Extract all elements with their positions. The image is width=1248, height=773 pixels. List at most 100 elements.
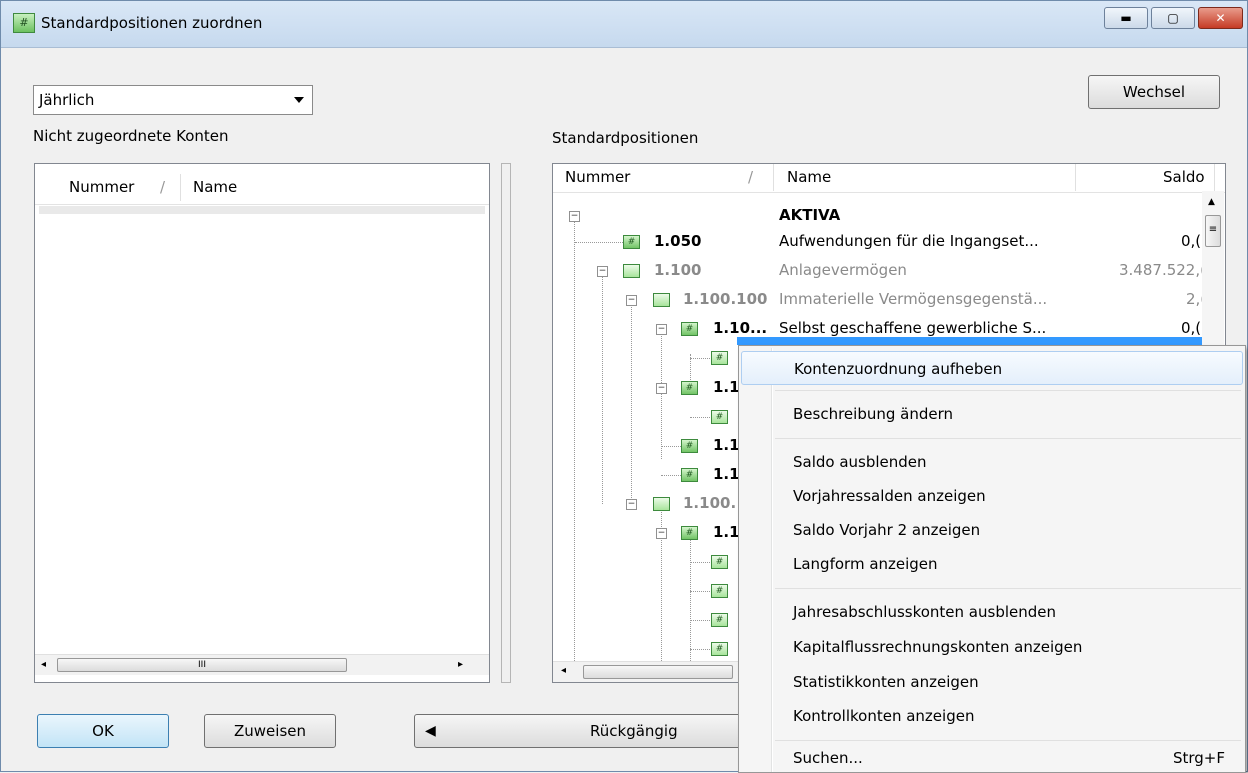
menu-item-langform-anzeigen[interactable]: Langform anzeigen [741,547,1243,581]
position-node-icon: # [681,381,698,395]
column-divider[interactable] [180,174,181,201]
tree-vscroll-thumb[interactable]: ≡ [1205,215,1221,247]
position-node-icon: # [681,526,698,540]
menu-item-label: Beschreibung ändern [793,405,954,423]
scroll-left-icon[interactable]: ◂ [41,659,46,670]
collapse-icon[interactable]: − [569,211,580,222]
rueckgaengig-button[interactable]: ◀ Rückgängig [414,714,748,748]
account-leaf-icon: # [711,613,728,627]
tree-row[interactable]: # 1.050 Aufwendungen für die Ingangset..… [553,228,1213,257]
row-number: 1.100. [683,494,737,512]
col-header-nummer[interactable]: Nummer [565,168,630,186]
tree-header: Nummer / Name Saldo [553,164,1225,193]
menu-item-suchen[interactable]: Suchen... Strg+F [741,744,1243,772]
collapse-icon[interactable]: − [597,266,608,277]
period-select[interactable]: Jährlich [33,85,313,115]
row-name: Anlagevermögen [779,261,907,279]
col-header-nummer[interactable]: Nummer [69,178,134,196]
title-bar: # Standardpositionen zuordnen ▬ ▢ ✕ [1,1,1247,48]
tree-connector [690,417,710,418]
menu-item-label: Langform anzeigen [793,555,938,573]
zuweisen-button[interactable]: Zuweisen [204,714,336,748]
menu-item-label: Jahresabschlusskonten ausblenden [793,603,1057,621]
menu-item-saldo-vorjahr-2-anzeigen[interactable]: Saldo Vorjahr 2 anzeigen [741,513,1243,547]
row-name: Aufwendungen für die Ingangset... [779,232,1039,250]
period-select-value: Jährlich [39,91,95,109]
row-number: 1.100 [654,261,702,279]
right-panel-title: Standardpositionen [552,129,699,147]
menu-item-label: Saldo ausblenden [793,453,927,471]
menu-item-jahresabschlusskonten-ausblenden[interactable]: Jahresabschlusskonten ausblenden [741,595,1243,629]
menu-item-shortcut: Strg+F [1172,749,1225,767]
context-menu: Kontenzuordnung aufheben Beschreibung än… [738,345,1246,773]
col-header-name[interactable]: Name [787,168,831,186]
maximize-button[interactable]: ▢ [1151,7,1195,29]
menu-item-label: Vorjahressalden anzeigen [793,487,986,505]
row-name: AKTIVA [779,206,841,224]
collapse-icon[interactable]: − [626,499,637,510]
position-node-icon: # [681,468,698,482]
menu-item-beschreibung-aendern[interactable]: Beschreibung ändern [741,397,1243,431]
panel-splitter[interactable] [501,163,511,683]
collapse-icon[interactable]: − [656,324,667,335]
left-scroll-thumb[interactable]: III [57,658,347,672]
menu-item-statistikkonten-anzeigen[interactable]: Statistikkonten anzeigen [741,665,1243,699]
menu-separator [775,740,1241,741]
left-horizontal-scrollbar[interactable]: ◂ III ▸ [35,654,489,675]
ok-button[interactable]: OK [37,714,169,748]
tree-connector [690,591,710,592]
menu-separator [775,438,1241,439]
tree-row[interactable]: − 1.100.100 Immaterielle Vermögensgegens… [553,286,1213,315]
row-number: 1.1 [713,378,740,396]
row-number: 1.100.100 [683,290,768,308]
tree-row[interactable]: − AKTIVA [553,202,1213,231]
menu-item-label: Suchen... [793,749,863,767]
minimize-button[interactable]: ▬ [1104,7,1148,29]
menu-item-label: Kontrollkonten anzeigen [793,707,975,725]
scroll-right-icon[interactable]: ▸ [458,659,463,670]
tree-connector [690,620,710,621]
menu-item-kontenzuordnung-aufheben[interactable]: Kontenzuordnung aufheben [741,351,1243,385]
left-list-header: Nummer / Name [35,174,489,205]
menu-separator [775,588,1241,589]
menu-item-saldo-ausblenden[interactable]: Saldo ausblenden [741,445,1243,479]
scroll-left-icon[interactable]: ◂ [561,665,566,676]
close-button[interactable]: ✕ [1198,7,1243,29]
tree-connector [690,649,710,650]
menu-item-kontrollkonten-anzeigen[interactable]: Kontrollkonten anzeigen [741,699,1243,733]
sort-indicator-icon: / [160,178,166,196]
unassigned-accounts-list[interactable]: Nummer / Name ◂ III ▸ [34,163,490,683]
tree-connector [690,358,710,359]
tree-row[interactable]: − 1.100 Anlagevermögen 3.487.522,( [553,257,1213,286]
menu-item-kapitalflussrechnungskonten-anzeigen[interactable]: Kapitalflussrechnungskonten anzeigen [741,630,1243,664]
dialog-window: # Standardpositionen zuordnen ▬ ▢ ✕ Jähr… [0,0,1248,773]
column-divider[interactable] [773,164,774,191]
account-leaf-icon: # [711,351,728,365]
collapse-icon[interactable]: − [656,383,667,394]
row-name: Immaterielle Vermögensgegenstä... [779,290,1048,308]
rueckgaengig-label: Rückgängig [590,722,678,740]
sort-indicator-icon: / [748,168,754,186]
left-panel-title: Nicht zugeordnete Konten [33,127,229,145]
group-node-icon [653,497,670,511]
arrow-left-icon: ◀ [425,723,436,739]
tree-connector [690,562,710,563]
col-header-saldo[interactable]: Saldo [1163,168,1205,186]
row-number: 1.10... [713,319,768,337]
group-node-icon [623,264,640,278]
menu-item-vorjahressalden-anzeigen[interactable]: Vorjahressalden anzeigen [741,479,1243,513]
column-divider[interactable] [1075,164,1076,191]
group-node-icon [653,293,670,307]
position-node-icon: # [681,439,698,453]
menu-item-label: Kapitalflussrechnungskonten anzeigen [793,638,1083,656]
scroll-up-icon[interactable]: ▲ [1208,197,1215,207]
collapse-icon[interactable]: − [626,295,637,306]
row-number: 1.1 [713,523,740,541]
collapse-icon[interactable]: − [656,528,667,539]
col-header-name[interactable]: Name [193,178,237,196]
row-saldo: 0,( [1181,319,1202,337]
selected-tree-row[interactable] [737,337,1202,345]
tree-scroll-thumb[interactable] [583,665,733,679]
wechsel-button[interactable]: Wechsel [1088,75,1220,109]
column-divider[interactable] [1214,164,1215,191]
